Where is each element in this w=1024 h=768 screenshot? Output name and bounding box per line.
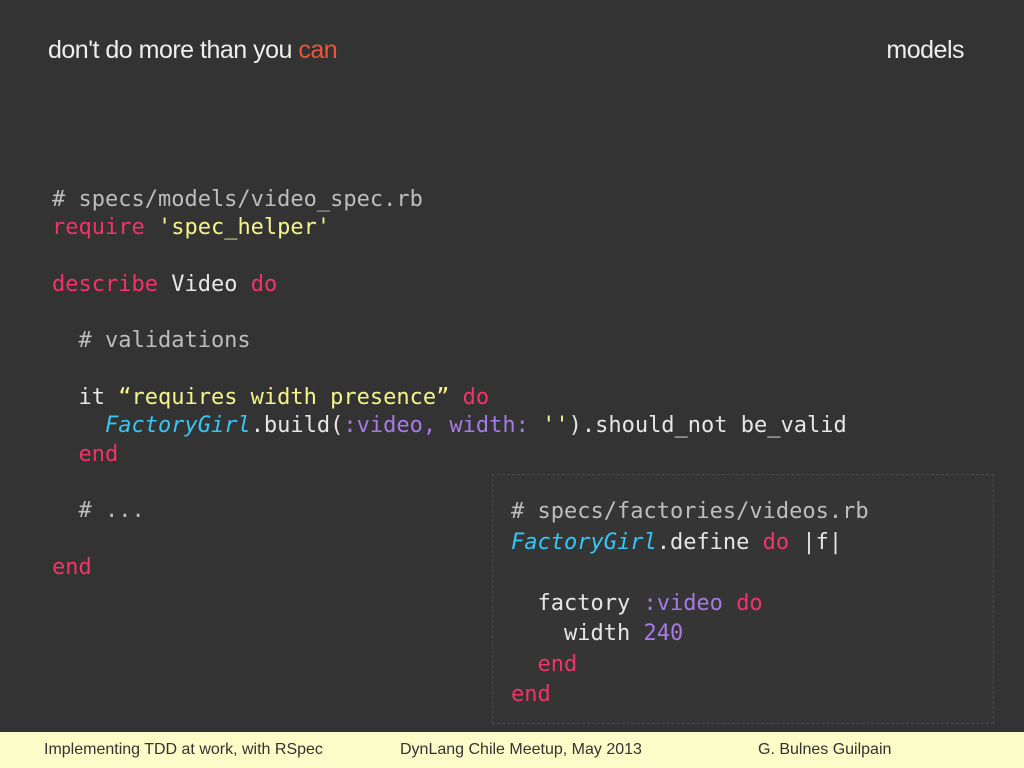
code-class: Video	[171, 271, 238, 297]
code-keyword: end	[511, 682, 551, 707]
code-call: .define	[656, 529, 763, 555]
section-label: models	[886, 36, 964, 64]
code-keyword: require	[52, 215, 145, 241]
footer-author: G. Bulnes Guilpain	[758, 741, 892, 758]
code-constant: FactoryGirl	[104, 413, 251, 439]
slide: don't do more than you can models # spec…	[0, 0, 1024, 732]
code-keyword: end	[52, 554, 92, 580]
slide-footer: Implementing TDD at work, with RSpec Dyn…	[0, 732, 1024, 768]
code-string: 'spec_helper'	[157, 215, 331, 241]
slide-title-text: don't do more than you	[48, 36, 299, 64]
slide-title-accent: can	[298, 36, 338, 64]
factory-code-block: # specs/factories/videos.rb FactoryGirl.…	[511, 497, 869, 711]
code-comment: # ...	[52, 498, 145, 524]
code-method: width	[511, 621, 644, 646]
code-constant: FactoryGirl	[511, 529, 657, 555]
code-string: ''	[542, 413, 569, 439]
footer-talk-title: Implementing TDD at work, with RSpec	[44, 741, 323, 758]
code-comment: # specs/models/video_spec.rb	[52, 187, 423, 212]
code-keyword: do	[762, 529, 790, 555]
footer-event: DynLang Chile Meetup, May 2013	[400, 741, 642, 758]
code-symbol: :video, width:	[343, 413, 529, 439]
factory-code-panel: # specs/factories/videos.rb FactoryGirl.…	[492, 474, 994, 724]
code-keyword: do	[736, 590, 763, 616]
code-call: ).should_not be_valid	[568, 413, 847, 439]
code-number: 240	[643, 621, 684, 646]
code-comment: # specs/factories/videos.rb	[511, 499, 869, 524]
code-comment: # validations	[52, 328, 251, 354]
code-keyword: describe	[52, 271, 158, 297]
code-string: “requires width presence”	[118, 385, 450, 411]
code-block-arg: |f|	[789, 529, 843, 555]
code-keyword: end	[78, 441, 119, 467]
code-keyword: end	[537, 651, 578, 677]
code-method: factory	[511, 590, 644, 616]
slide-title: don't do more than you can	[48, 36, 338, 65]
code-symbol: :video	[643, 590, 723, 616]
code-call: .build(	[250, 413, 344, 439]
code-method: it	[52, 385, 105, 411]
code-keyword: do	[250, 271, 278, 297]
code-keyword: do	[462, 385, 490, 411]
